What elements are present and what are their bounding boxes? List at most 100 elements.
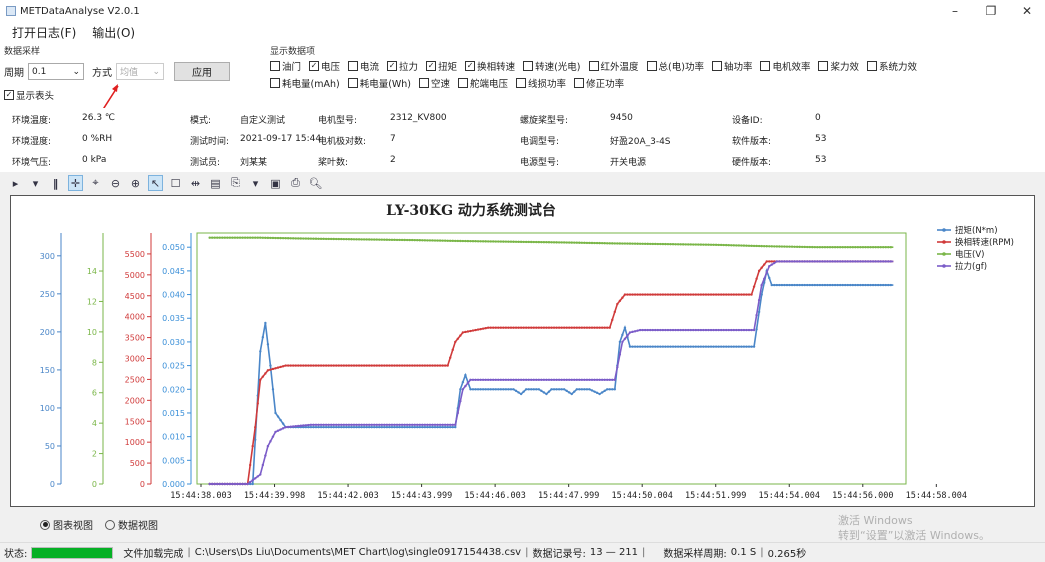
menu-open-log[interactable]: 打开日志(F): [4, 24, 84, 41]
series-point: [573, 241, 576, 244]
x-tick-label: 15:44:54.004: [759, 491, 820, 501]
series-point: [681, 243, 685, 246]
series-point: [697, 293, 700, 296]
series-point: [375, 364, 378, 367]
chart-panel[interactable]: LY-30KG 动力系统测试台 0 50 100 150 200 250 300 0 2 4 6 8 10…: [10, 195, 1035, 507]
series-point: [633, 345, 637, 348]
series-point: [684, 293, 687, 296]
apply-button[interactable]: 应用: [174, 62, 230, 81]
data-item-checkbox[interactable]: 转速(光电): [523, 59, 581, 73]
print-preview-icon[interactable]: 🔍︎: [308, 175, 323, 191]
pan-icon[interactable]: ✛: [68, 175, 83, 191]
series-point: [778, 283, 781, 287]
series-point: [540, 389, 543, 393]
series-point: [223, 482, 227, 486]
series-point: [504, 240, 508, 243]
data-item-checkbox[interactable]: ✓ 拉力: [387, 59, 418, 73]
series-point: [378, 364, 381, 367]
data-item-checkbox[interactable]: 总(电)功率: [646, 59, 704, 73]
series-point: [497, 326, 500, 329]
fit-icon[interactable]: ⇹: [188, 175, 203, 191]
save-icon[interactable]: ▣: [268, 175, 283, 191]
series-point: [654, 293, 657, 296]
chart-view-radio[interactable]: 图表视图: [40, 517, 93, 532]
series-point: [226, 482, 229, 486]
data-item-checkbox[interactable]: ✓ 换相转速: [465, 59, 515, 73]
y-tick-label: 150: [40, 366, 55, 375]
y-tick-label: 0.000: [162, 480, 185, 489]
series-point: [454, 423, 457, 427]
series-point: [851, 246, 855, 249]
series-point: [631, 242, 634, 245]
series-point: [575, 241, 579, 244]
data-item-checkbox[interactable]: 耗电量(mAh): [270, 76, 340, 90]
data-item-checkbox[interactable]: 修正功率: [574, 76, 624, 90]
data-item-checkbox[interactable]: 轴功率: [711, 59, 752, 73]
series-point: [302, 237, 305, 240]
data-item-checkbox[interactable]: 舵端电压: [458, 76, 508, 90]
series-point: [335, 425, 338, 429]
dropdown-icon[interactable]: ▾: [28, 175, 43, 191]
mode-value: 均值: [120, 68, 139, 78]
series-point: [628, 331, 632, 334]
show-header-checkbox[interactable]: ✓ 显示表头: [4, 88, 54, 102]
series-point: [256, 236, 259, 239]
data-item-checkbox[interactable]: 桨力效: [818, 59, 859, 73]
series-point: [669, 345, 672, 348]
series-point: [656, 345, 660, 348]
series-point: [535, 326, 538, 329]
data-view-radio[interactable]: 数据视图: [105, 517, 158, 532]
x-tick-label: 15:44:39.998: [244, 491, 305, 501]
series-point: [261, 335, 265, 339]
data-item-checkbox[interactable]: 空速: [419, 76, 450, 90]
copy-dropdown-icon[interactable]: ▾: [248, 175, 263, 191]
series-point: [489, 240, 492, 243]
close-button[interactable]: ✕: [1009, 0, 1045, 22]
series-point: [656, 293, 660, 296]
series-point: [770, 283, 773, 287]
data-item-checkbox[interactable]: 耗电量(Wh): [347, 76, 411, 90]
print-icon[interactable]: ⎙: [288, 175, 303, 191]
data-item-label: 舵端电压: [470, 78, 509, 90]
data-item-checkbox[interactable]: 油门: [270, 59, 301, 73]
zoom-in-icon[interactable]: ⊕: [128, 175, 143, 191]
pause-icon[interactable]: ‖: [48, 175, 63, 191]
series-point: [362, 238, 366, 241]
series-point: [380, 364, 384, 367]
series-point: [479, 378, 482, 382]
period-select[interactable]: 0.1 ⌄: [28, 63, 84, 80]
minimize-button[interactable]: –: [937, 0, 973, 22]
mode-select[interactable]: 均值 ⌄: [116, 63, 164, 80]
series-point: [385, 425, 389, 429]
series-point: [443, 364, 447, 367]
select-icon[interactable]: ↖: [148, 175, 163, 191]
series-point: [568, 378, 571, 382]
series-point: [783, 283, 786, 287]
data-item-checkbox[interactable]: 线损功率: [516, 76, 566, 90]
series-point: [595, 241, 599, 245]
series-point: [436, 423, 439, 427]
play-icon[interactable]: ▸: [8, 175, 23, 191]
series-point: [593, 241, 596, 245]
copy-icon[interactable]: ⎘: [228, 175, 243, 191]
series-point: [717, 293, 720, 296]
data-item-checkbox[interactable]: ✓ 电压: [309, 59, 340, 73]
series-point: [651, 293, 654, 296]
menu-output[interactable]: 输出(O): [84, 24, 143, 41]
series-point: [423, 423, 427, 427]
properties-icon[interactable]: ▤: [208, 175, 223, 191]
data-item-checkbox[interactable]: 红外温度: [588, 59, 639, 73]
data-item-checkbox[interactable]: 系统力效: [867, 59, 917, 73]
restore-button[interactable]: ❐: [973, 0, 1009, 22]
line-chart[interactable]: LY-30KG 动力系统测试台0501001502002503000246810…: [11, 196, 1034, 506]
data-item-checkbox[interactable]: 电机效率: [760, 59, 810, 73]
zoom-out-icon[interactable]: ⊖: [108, 175, 123, 191]
series-point: [464, 239, 467, 243]
series-point: [459, 334, 462, 337]
data-item-checkbox[interactable]: 电流: [348, 59, 379, 73]
series-point: [859, 260, 862, 263]
box-select-icon[interactable]: ☐: [168, 175, 183, 191]
data-item-checkbox[interactable]: ✓ 扭矩: [426, 59, 457, 73]
crosshair-icon[interactable]: ⌖: [88, 175, 103, 191]
info-value: 2312_KV800: [390, 113, 447, 123]
